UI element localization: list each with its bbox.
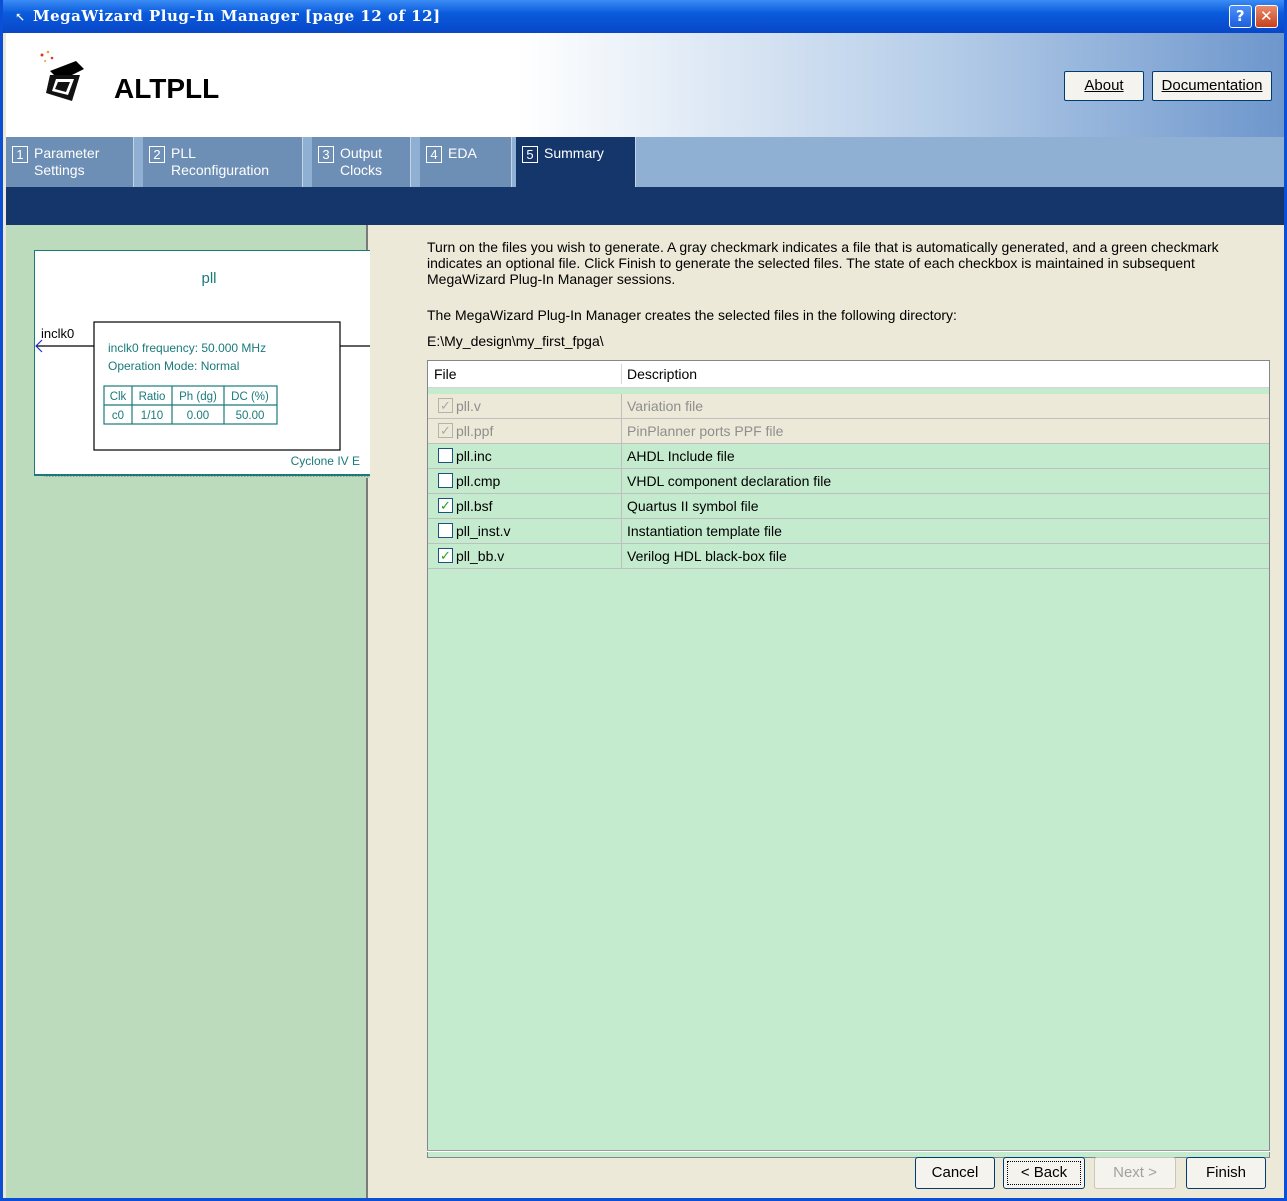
summary-pane: Turn on the files you wish to generate. … bbox=[370, 225, 1284, 1198]
file-checkbox: ✓ bbox=[438, 398, 453, 413]
file-row-pll-inc[interactable]: pll.inc AHDL Include file bbox=[428, 444, 1269, 469]
file-name: pll.v bbox=[456, 398, 481, 414]
mode-text: Operation Mode: Normal bbox=[108, 359, 239, 373]
file-checkbox[interactable] bbox=[438, 448, 453, 463]
tab-number: 5 bbox=[522, 146, 538, 163]
tab-eda[interactable]: 4 EDA bbox=[420, 137, 512, 187]
file-checkbox[interactable]: ✓ bbox=[438, 548, 453, 563]
input-port-label: inclk0 bbox=[41, 326, 74, 341]
megawizard-logo-icon bbox=[40, 50, 84, 101]
footer-divider bbox=[427, 1150, 1270, 1152]
title-bar[interactable]: ↖ MegaWizard Plug-In Manager [page 12 of … bbox=[3, 0, 1284, 33]
file-description: VHDL component declaration file bbox=[627, 473, 832, 489]
about-button[interactable]: About bbox=[1064, 71, 1144, 101]
tab-label: PLL Reconfiguration bbox=[171, 145, 270, 178]
next-button: Next > bbox=[1094, 1157, 1176, 1189]
files-grid: File Description ✓ pll.v Variation file … bbox=[427, 360, 1270, 1158]
summary-intro: Turn on the files you wish to generate. … bbox=[427, 239, 1219, 287]
close-button[interactable]: ✕ bbox=[1255, 5, 1278, 28]
file-row-pll-inst-v[interactable]: pll_inst.v Instantiation template file bbox=[428, 519, 1269, 544]
description-column-header[interactable]: Description bbox=[627, 366, 697, 382]
back-button[interactable]: < Back bbox=[1003, 1157, 1085, 1189]
tab-number: 2 bbox=[149, 146, 165, 163]
tab-parameter-settings[interactable]: 1 Parameter Settings bbox=[6, 137, 134, 187]
file-row-pll-bb-v[interactable]: ✓ pll_bb.v Verilog HDL black-box file bbox=[428, 544, 1269, 569]
finish-button[interactable]: Finish bbox=[1186, 1157, 1266, 1189]
file-row-pll-ppf: ✓ pll.ppf PinPlanner ports PPF file bbox=[428, 419, 1269, 444]
tab-label: Output Clocks bbox=[340, 145, 383, 178]
file-name: pll.inc bbox=[456, 448, 492, 464]
file-name: pll_inst.v bbox=[456, 523, 511, 539]
cancel-button[interactable]: Cancel bbox=[915, 1157, 995, 1189]
phase-value: 0.00 bbox=[187, 410, 209, 422]
documentation-button[interactable]: Documentation bbox=[1152, 71, 1272, 101]
ratio-value: 1/10 bbox=[141, 410, 163, 422]
column-separator[interactable] bbox=[621, 364, 622, 384]
output-directory: E:\My_design\my_first_fpga\ bbox=[427, 333, 604, 349]
file-checkbox[interactable] bbox=[438, 523, 453, 538]
file-name: pll.cmp bbox=[456, 473, 501, 489]
about-label: About bbox=[1084, 77, 1124, 94]
help-button[interactable]: ? bbox=[1229, 5, 1252, 28]
tab-content-band bbox=[6, 187, 1284, 225]
symbol-pane: pll inclk0 c0 inclk0 frequency: 50.000 M… bbox=[6, 225, 394, 1198]
file-name: pll.bsf bbox=[456, 498, 493, 514]
file-description: Instantiation template file bbox=[627, 523, 782, 539]
pll-symbol-diagram: pll inclk0 c0 inclk0 frequency: 50.000 M… bbox=[34, 250, 394, 478]
file-description: Quartus II symbol file bbox=[627, 498, 759, 514]
page-title: ALTPLL bbox=[114, 73, 220, 104]
wizard-window: ↖ MegaWizard Plug-In Manager [page 12 of … bbox=[0, 0, 1287, 1201]
phase-header: Ph (dg) bbox=[179, 391, 217, 403]
file-name: pll.ppf bbox=[456, 423, 494, 439]
file-description: PinPlanner ports PPF file bbox=[627, 423, 784, 439]
grid-header: File Description bbox=[428, 361, 1269, 388]
clk-value: c0 bbox=[112, 410, 124, 422]
symbol-name: pll bbox=[201, 270, 216, 287]
ratio-header: Ratio bbox=[139, 391, 166, 403]
wizard-header: ALTPLL About Documentation bbox=[6, 33, 1284, 137]
tab-pll-reconfiguration[interactable]: 2 PLL Reconfiguration bbox=[143, 137, 303, 187]
frequency-text: inclk0 frequency: 50.000 MHz bbox=[108, 341, 266, 355]
file-row-pll-bsf[interactable]: ✓ pll.bsf Quartus II symbol file bbox=[428, 494, 1269, 519]
tab-label: Parameter Settings bbox=[34, 145, 100, 178]
file-row-pll-v: ✓ pll.v Variation file bbox=[428, 394, 1269, 419]
device-label: Cyclone IV E bbox=[291, 454, 360, 468]
directory-intro: The MegaWizard Plug-In Manager creates t… bbox=[427, 307, 957, 323]
tab-number: 1 bbox=[12, 146, 28, 163]
file-column-header[interactable]: File bbox=[434, 366, 457, 382]
file-row-pll-cmp[interactable]: pll.cmp VHDL component declaration file bbox=[428, 469, 1269, 494]
file-name: pll_bb.v bbox=[456, 548, 505, 564]
tab-output-clocks[interactable]: 3 Output Clocks bbox=[312, 137, 411, 187]
tab-number: 3 bbox=[318, 146, 334, 163]
file-checkbox[interactable]: ✓ bbox=[438, 498, 453, 513]
tab-summary[interactable]: 5 Summary bbox=[516, 137, 636, 187]
window-title: MegaWizard Plug-In Manager [page 12 of 1… bbox=[33, 7, 441, 25]
tab-label: Summary bbox=[544, 145, 604, 161]
file-description: Verilog HDL black-box file bbox=[627, 548, 787, 564]
app-icon: ↖ bbox=[15, 10, 26, 24]
file-checkbox: ✓ bbox=[438, 423, 453, 438]
documentation-label: Documentation bbox=[1161, 77, 1263, 94]
tab-number: 4 bbox=[426, 146, 442, 163]
file-description: Variation file bbox=[627, 398, 704, 414]
dc-header: DC (%) bbox=[231, 391, 269, 403]
tab-label: EDA bbox=[448, 145, 477, 161]
clk-header: Clk bbox=[110, 391, 127, 403]
wizard-tabs: 1 Parameter Settings 2 PLL Reconfigurati… bbox=[6, 137, 1284, 187]
file-checkbox[interactable] bbox=[438, 473, 453, 488]
file-description: AHDL Include file bbox=[627, 448, 735, 464]
dc-value: 50.00 bbox=[236, 410, 265, 422]
